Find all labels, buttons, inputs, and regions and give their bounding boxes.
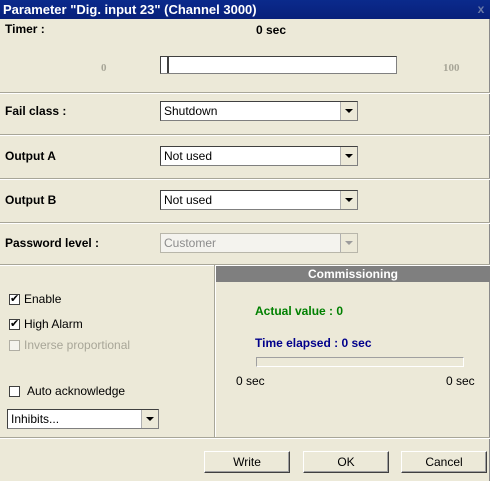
chevron-down-icon bbox=[340, 234, 357, 252]
actual-value-text: Actual value : 0 bbox=[255, 304, 344, 318]
fail-class-select[interactable]: Shutdown bbox=[160, 101, 358, 121]
inverse-proportional-checkbox bbox=[9, 340, 20, 351]
fail-class-label: Fail class : bbox=[5, 104, 67, 118]
password-level-label: Password level : bbox=[5, 236, 100, 250]
time-elapsed-text: Time elapsed : 0 sec bbox=[255, 336, 372, 350]
close-icon[interactable]: x bbox=[475, 3, 487, 15]
progress-min-label: 0 sec bbox=[236, 374, 265, 388]
timer-slider-track[interactable] bbox=[160, 56, 397, 74]
high-alarm-label: High Alarm bbox=[24, 317, 83, 331]
commissioning-header: Commissioning bbox=[216, 266, 490, 282]
divider bbox=[0, 178, 490, 180]
timer-label: Timer : bbox=[5, 22, 45, 36]
cancel-button[interactable]: Cancel bbox=[401, 451, 487, 473]
auto-acknowledge-checkbox[interactable] bbox=[9, 386, 20, 397]
title-bar: Parameter "Dig. input 23" (Channel 3000)… bbox=[0, 0, 490, 19]
output-a-value: Not used bbox=[164, 149, 213, 163]
chevron-down-icon[interactable] bbox=[340, 147, 357, 165]
divider bbox=[0, 437, 490, 439]
output-b-label: Output B bbox=[5, 193, 57, 207]
output-b-select[interactable]: Not used bbox=[160, 190, 358, 210]
chevron-down-icon[interactable] bbox=[340, 191, 357, 209]
enable-checkbox[interactable] bbox=[9, 292, 20, 305]
divider bbox=[0, 92, 490, 94]
write-button[interactable]: Write bbox=[204, 451, 290, 473]
inhibits-select[interactable]: Inhibits... bbox=[7, 409, 159, 429]
fail-class-value: Shutdown bbox=[164, 104, 218, 118]
divider bbox=[0, 134, 490, 136]
time-progress-bar bbox=[256, 357, 464, 367]
inhibits-value: Inhibits... bbox=[11, 412, 60, 426]
window-title: Parameter "Dig. input 23" (Channel 3000) bbox=[3, 2, 257, 17]
chevron-down-icon[interactable] bbox=[141, 410, 158, 428]
progress-max-label: 0 sec bbox=[446, 374, 475, 388]
ok-button[interactable]: OK bbox=[303, 451, 389, 473]
high-alarm-checkbox[interactable] bbox=[9, 317, 20, 330]
timer-value-text: 0 sec bbox=[256, 23, 287, 37]
auto-acknowledge-label: Auto acknowledge bbox=[27, 384, 126, 398]
output-a-select[interactable]: Not used bbox=[160, 146, 358, 166]
inverse-proportional-label: Inverse proportional bbox=[24, 338, 131, 352]
password-level-value: Customer bbox=[164, 236, 217, 250]
output-b-value: Not used bbox=[164, 193, 213, 207]
timer-min-label: 0 bbox=[101, 62, 107, 74]
output-a-label: Output A bbox=[5, 149, 56, 163]
timer-max-label: 100 bbox=[443, 62, 460, 74]
chevron-down-icon[interactable] bbox=[340, 102, 357, 120]
enable-label: Enable bbox=[24, 292, 62, 306]
vertical-divider bbox=[214, 265, 216, 437]
divider bbox=[0, 222, 490, 224]
parameter-dialog: Parameter "Dig. input 23" (Channel 3000)… bbox=[0, 0, 490, 481]
timer-slider-thumb[interactable] bbox=[167, 57, 169, 73]
password-level-select: Customer bbox=[160, 233, 358, 253]
